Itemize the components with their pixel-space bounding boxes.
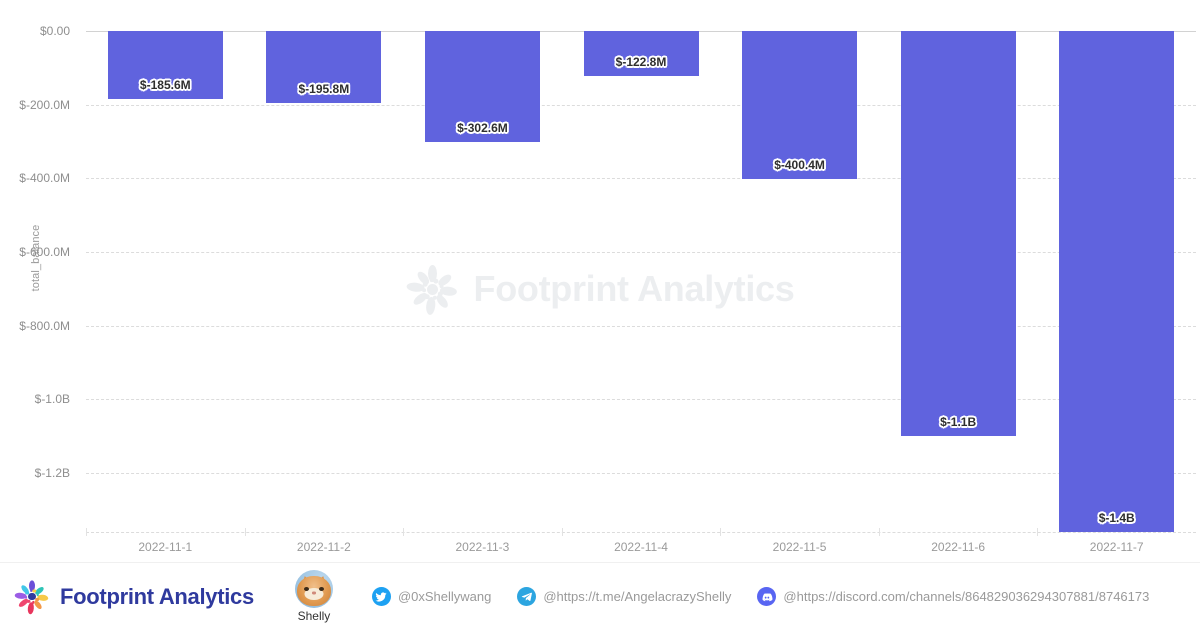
x-axis-tick-label: 2022-11-6	[931, 540, 986, 554]
bar-value-label: $-302.6M	[457, 121, 508, 136]
x-axis-tickmark	[244, 528, 246, 536]
bar-value-label: $-185.6M	[139, 78, 191, 93]
gridline	[86, 399, 1196, 401]
twitter-icon	[371, 587, 391, 606]
discord-icon	[757, 587, 777, 606]
discord-handle: @https://discord.com/channels/8648290362…	[783, 589, 1150, 604]
x-axis-tick-label: 2022-11-2	[296, 540, 351, 554]
telegram-link[interactable]: @https://t.me/AngelacrazyShelly	[517, 587, 731, 606]
gridline	[86, 252, 1196, 254]
bar[interactable]	[900, 31, 1016, 437]
gridline	[86, 178, 1196, 180]
discord-link[interactable]: @https://discord.com/channels/8648290362…	[757, 587, 1149, 606]
bar[interactable]	[1059, 31, 1175, 532]
bar-value-label: $-195.8M	[298, 82, 350, 97]
x-axis-tickmark	[86, 528, 87, 536]
y-axis-tick-label: $-200.0M	[19, 97, 70, 112]
bar[interactable]	[583, 31, 699, 77]
gridline	[86, 104, 1196, 106]
bar-value-label: $-122.8M	[615, 55, 667, 70]
x-axis-tick-label: 2022-11-7	[1089, 540, 1144, 554]
watermark: Footprint Analytics	[0, 262, 1200, 316]
x-axis-tick-label: 2022-11-5	[772, 540, 827, 554]
social-links: @0xShellywang @https://t.me/AngelacrazyS…	[371, 587, 1149, 606]
brand: Footprint Analytics	[14, 579, 254, 615]
twitter-link[interactable]: @0xShellywang	[371, 587, 492, 606]
footprint-flower-logo-icon	[14, 579, 50, 615]
gridline	[86, 473, 1196, 475]
footprint-flower-logo-icon	[406, 262, 460, 316]
x-axis-tick-label: 2022-11-4	[614, 540, 668, 554]
x-axis-tickmark	[1037, 528, 1039, 536]
x-axis-tickmark	[561, 528, 563, 536]
footer: Footprint Analytics Shelly @0xShellywang	[0, 562, 1200, 630]
bar-chart: total_balance $0.00 $-200.0M $-400.0M $-600…	[0, 0, 1200, 562]
watermark-text: Footprint Analytics	[473, 268, 795, 309]
twitter-handle: @0xShellywang	[397, 589, 492, 604]
x-axis-tickmark	[878, 528, 880, 536]
author-block: Shelly	[286, 570, 342, 623]
cat-avatar-icon	[294, 570, 333, 608]
chart-page: total_balance $0.00 $-200.0M $-400.0M $-600…	[0, 0, 1200, 630]
y-axis-tick-label: $-1.2B	[34, 466, 70, 481]
bar-value-label: $-1.1B	[940, 415, 977, 430]
bar-value-label: $-1.4B	[1098, 511, 1135, 525]
bar-value-label: $-400.4M	[774, 157, 825, 172]
y-axis-tick-label: $-800.0M	[19, 318, 70, 333]
gridline	[86, 325, 1196, 327]
y-axis-tick-label: $0.00	[39, 24, 70, 38]
telegram-icon	[517, 587, 537, 606]
x-axis-tick-label: 2022-11-3	[455, 540, 510, 554]
x-axis-tickmark	[720, 528, 722, 536]
brand-name: Footprint Analytics	[60, 583, 254, 609]
author-name: Shelly	[297, 609, 331, 623]
telegram-handle: @https://t.me/AngelacrazyShelly	[543, 589, 732, 604]
bar[interactable]	[742, 31, 858, 179]
y-axis-tick-label: $-600.0M	[19, 245, 70, 260]
y-axis-tick-label: $-400.0M	[19, 171, 70, 186]
x-axis-tick-label: 2022-11-1	[138, 540, 193, 554]
y-axis-tick-label: $-1.0B	[34, 392, 70, 407]
x-axis-tickmark	[403, 528, 405, 536]
x-axis-line	[86, 532, 1196, 533]
